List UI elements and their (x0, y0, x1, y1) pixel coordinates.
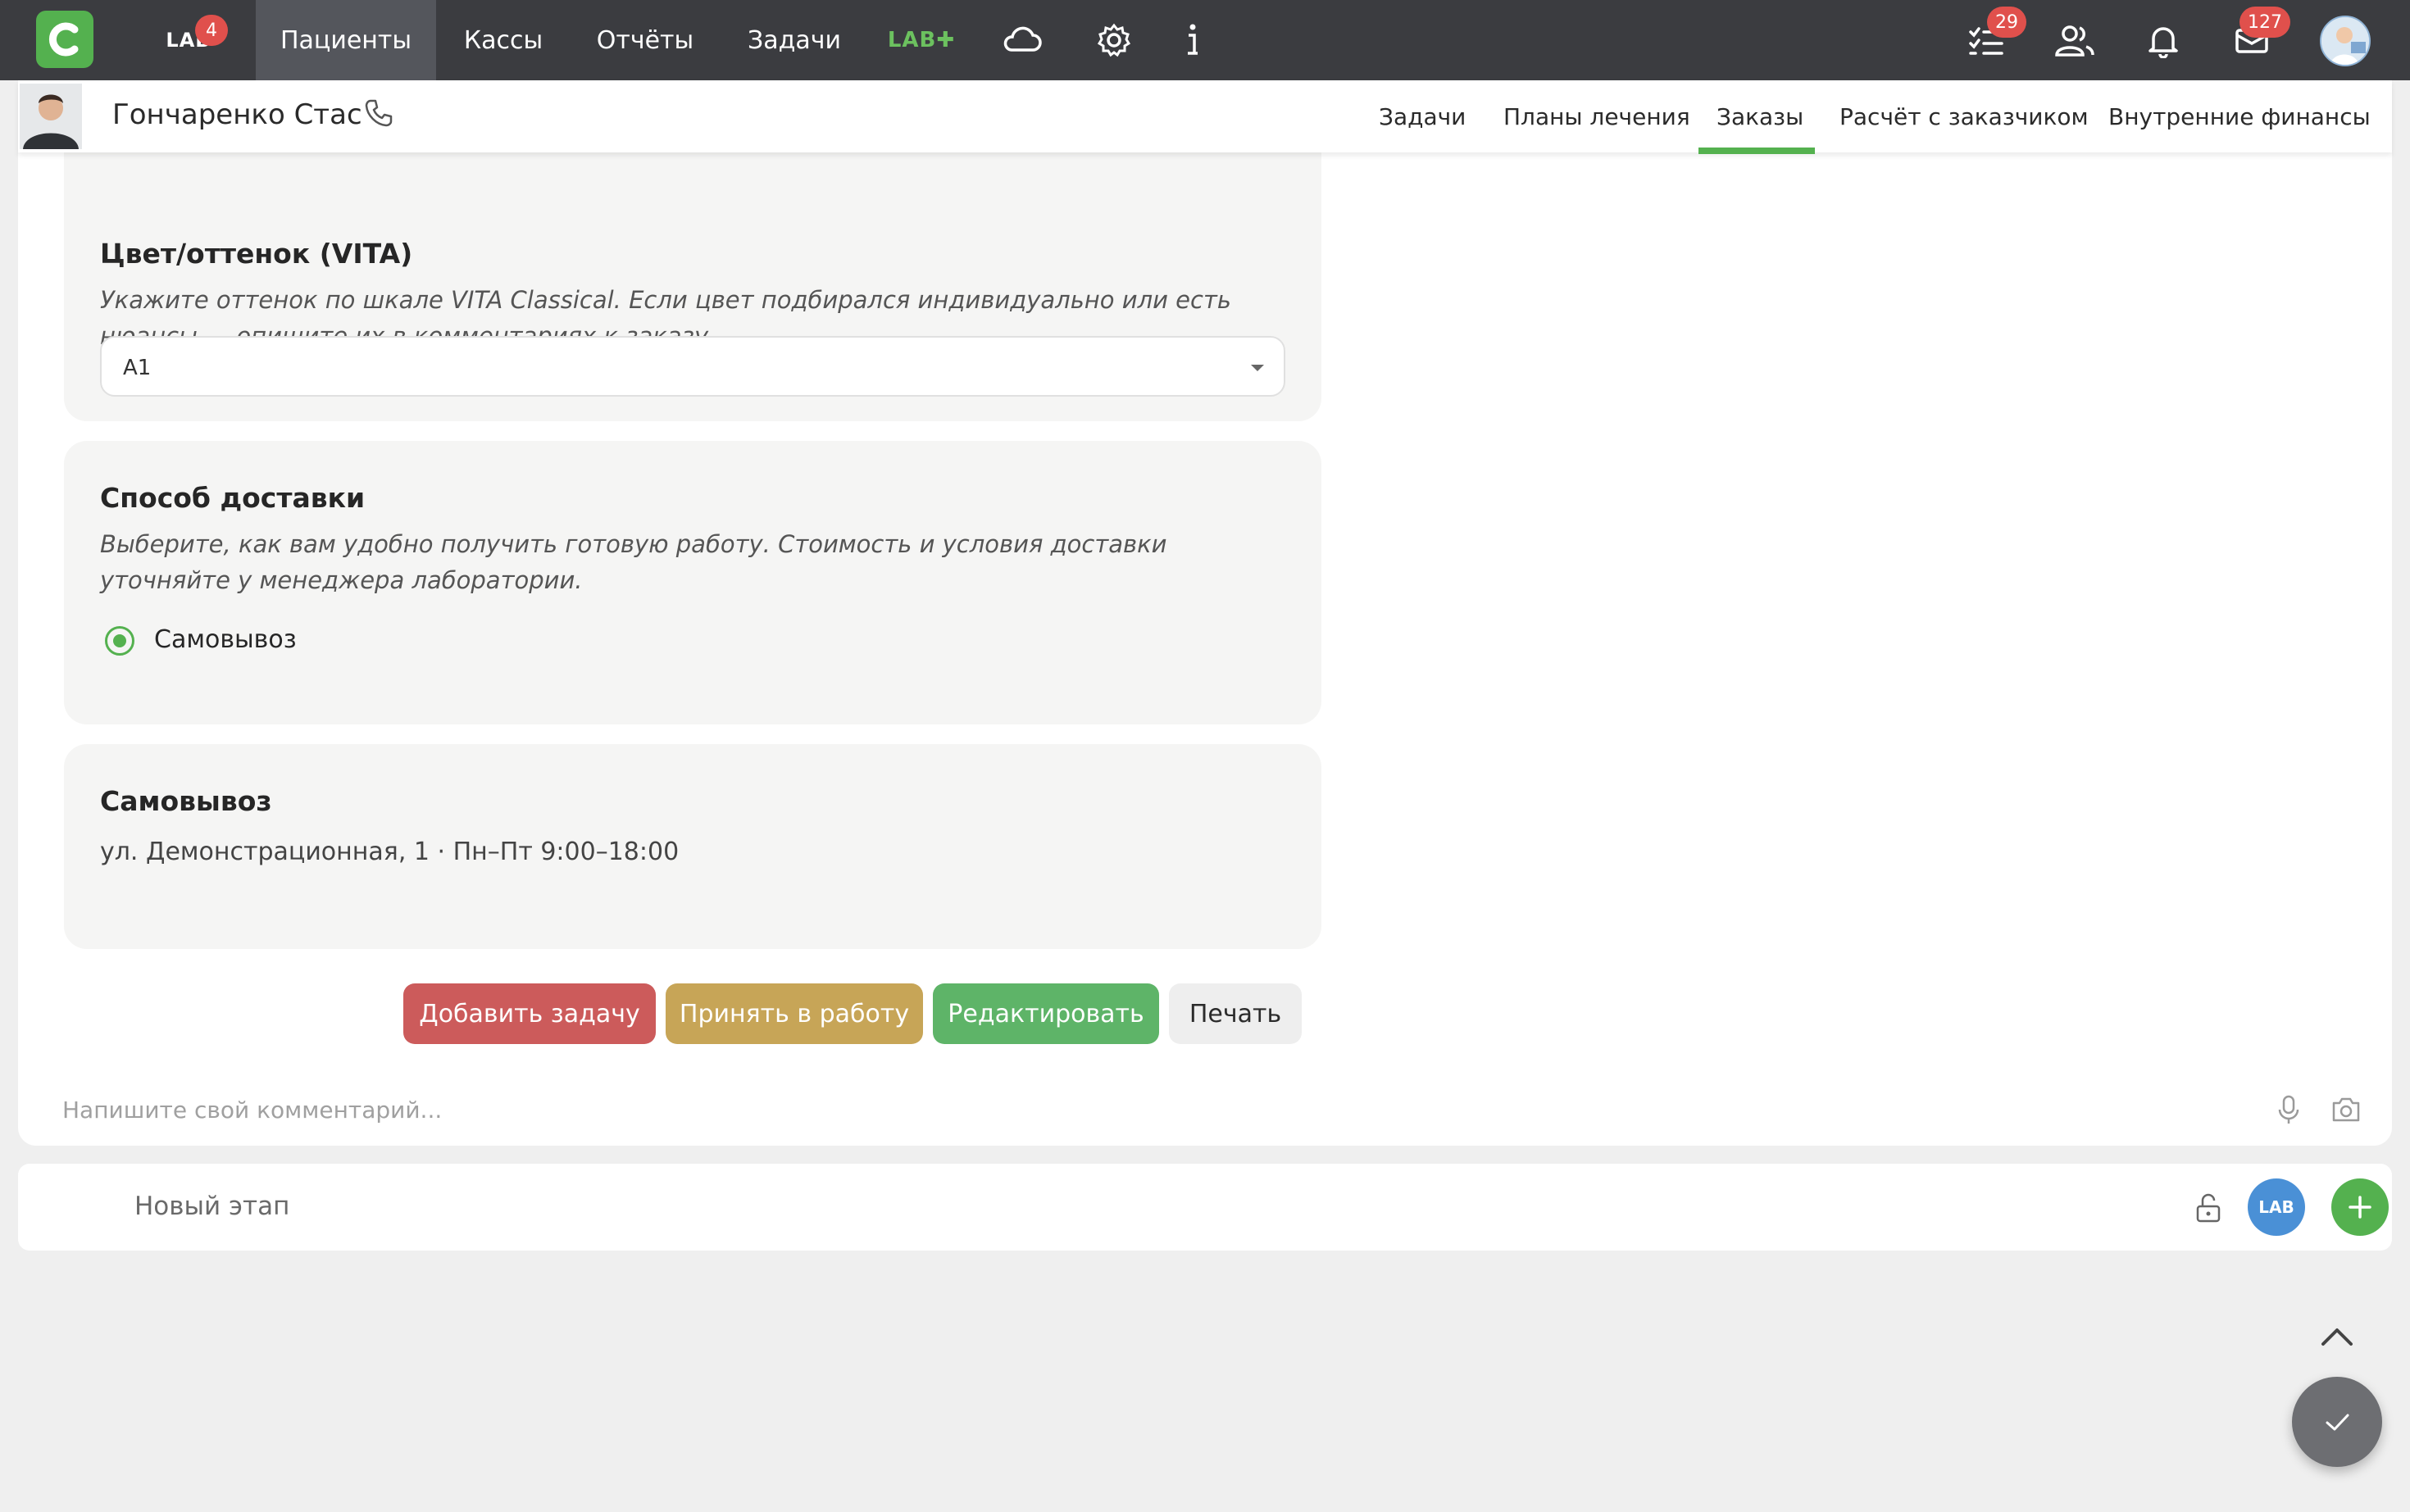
logo-c-icon (48, 22, 79, 57)
nav-cash[interactable]: Кассы (448, 0, 559, 80)
confirm-fab[interactable] (2292, 1377, 2382, 1467)
new-stage-input[interactable]: Новый этап (134, 1192, 289, 1221)
add-stage-button[interactable] (2331, 1178, 2389, 1236)
nav-tasks-label: Задачи (748, 25, 841, 55)
edit-button[interactable]: Редактировать (933, 983, 1159, 1044)
user-avatar[interactable] (2320, 16, 2371, 66)
info-icon[interactable] (1169, 16, 1216, 64)
delivery-card: Способ доставки Выберите, как вам удобно… (64, 441, 1321, 724)
patient-avatar[interactable] (20, 84, 82, 149)
pickup-card-title: Самовывоз (100, 785, 272, 817)
tasks-badge: 29 (1987, 7, 2026, 38)
plus-icon (2349, 1196, 2371, 1219)
nav-patients-label: Пациенты (280, 25, 412, 55)
mail-badge: 127 (2239, 7, 2290, 38)
nav-tasks[interactable]: Задачи (733, 0, 856, 80)
top-navigation-bar: LAB 4 Пациенты Кассы Отчёты Задачи LAB✚ … (0, 0, 2410, 80)
pickup-address: ул. Демонстрационная, 1 · Пн–Пт 9:00–18:… (100, 838, 680, 866)
pickup-radio[interactable] (105, 626, 134, 656)
users-icon[interactable] (2051, 16, 2099, 64)
new-stage-bar: Новый этап LAB (18, 1164, 2392, 1251)
scroll-to-top-button[interactable] (2317, 1319, 2358, 1352)
color-card: Цвет/оттенок (VITA) Укажите оттенок по ш… (64, 113, 1321, 421)
vita-shade-value: A1 (123, 356, 152, 380)
tab-tasks[interactable]: Задачи (1379, 103, 1466, 130)
pickup-radio-label[interactable]: Самовывоз (154, 625, 297, 654)
lab-badge: 4 (195, 15, 228, 46)
comment-input[interactable]: Напишите свой комментарий... (62, 1097, 442, 1124)
nav-labplus[interactable]: LAB✚ (880, 0, 962, 80)
microphone-icon[interactable] (2272, 1093, 2305, 1126)
tab-treatment-plans[interactable]: Планы лечения (1503, 103, 1690, 130)
nav-labplus-label: LAB✚ (887, 28, 956, 52)
patient-name: Гончаренко Стас (112, 98, 362, 131)
delivery-card-hint: Выберите, как вам удобно получить готову… (100, 530, 1167, 594)
patient-header: Гончаренко Стас Задачи Планы лечения Зак… (18, 80, 2392, 154)
bell-icon[interactable] (2139, 16, 2187, 64)
active-tab-indicator (1698, 148, 1815, 154)
nav-reports[interactable]: Отчёты (584, 0, 707, 80)
print-button[interactable]: Печать (1169, 983, 1302, 1044)
tab-internal-finance[interactable]: Внутренние финансы (2108, 103, 2371, 130)
patient-photo-image (20, 84, 82, 149)
check-icon (2326, 1414, 2349, 1431)
delivery-card-title: Способ доставки (100, 482, 366, 514)
gear-icon[interactable] (1090, 16, 1138, 64)
add-task-button[interactable]: Добавить задачу (403, 983, 656, 1044)
pickup-card: Самовывоз ул. Демонстрационная, 1 · Пн–П… (64, 744, 1321, 949)
tab-orders[interactable]: Заказы (1717, 103, 1803, 130)
order-panel: Цвет/оттенок (VITA) Укажите оттенок по ш… (18, 80, 2392, 1146)
app-logo[interactable] (36, 11, 93, 68)
lab-stage-button[interactable]: LAB (2248, 1178, 2305, 1236)
phone-icon[interactable] (362, 97, 395, 129)
cloud-icon[interactable] (998, 16, 1046, 64)
nav-reports-label: Отчёты (596, 25, 694, 55)
camera-icon[interactable] (2330, 1093, 2362, 1126)
accept-button[interactable]: Принять в работу (666, 983, 923, 1044)
vita-shade-select[interactable]: A1 (100, 336, 1285, 397)
nav-patients[interactable]: Пациенты (256, 0, 436, 80)
tab-customer-settlement[interactable]: Расчёт с заказчиком (1839, 103, 2089, 130)
color-card-title: Цвет/оттенок (VITA) (100, 238, 413, 270)
user-avatar-image (2321, 17, 2369, 65)
chevron-up-icon (2321, 1328, 2353, 1346)
nav-cash-label: Кассы (463, 25, 543, 55)
unlock-icon[interactable] (2190, 1190, 2226, 1226)
chevron-down-icon (1251, 365, 1264, 371)
